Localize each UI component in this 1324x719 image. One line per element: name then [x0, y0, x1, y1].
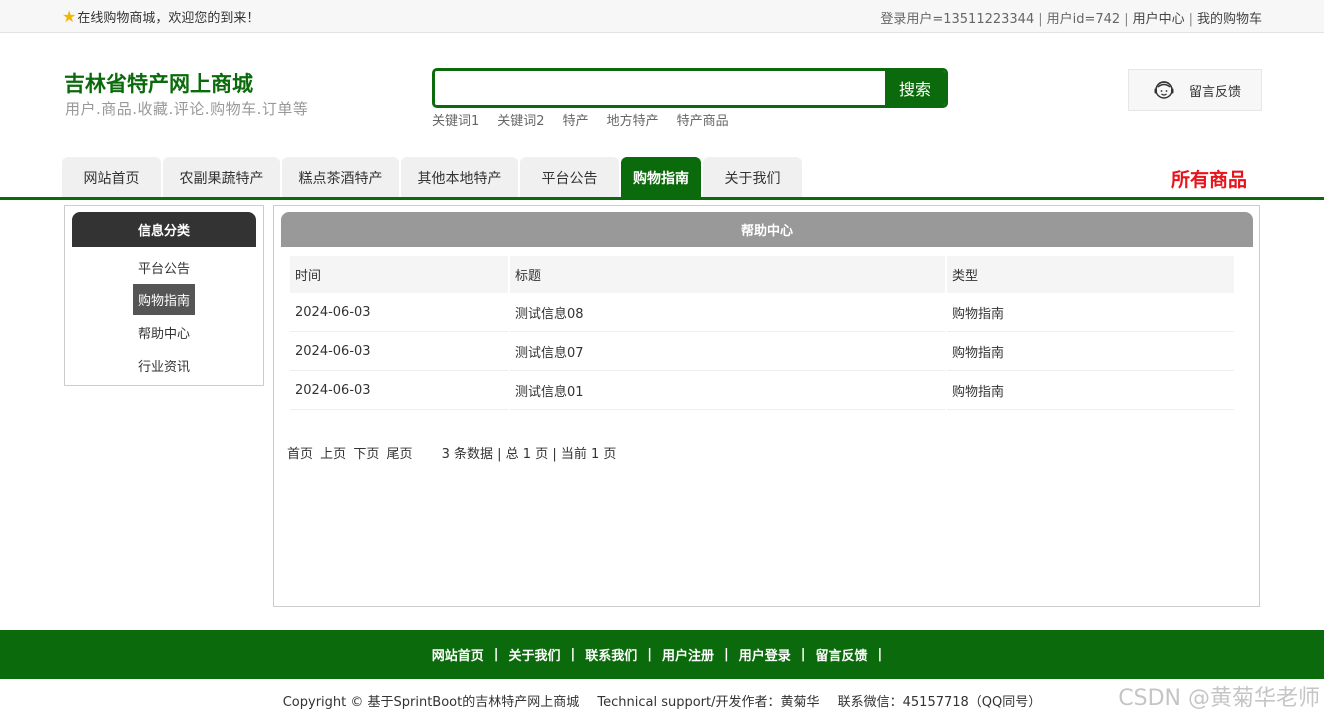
star-icon: ★	[62, 6, 77, 26]
user-links: 登录用户=13511223344 | 用户id=742 | 用户中心 | 我的购物车	[880, 8, 1262, 27]
hot-keyword[interactable]: 关键词1	[432, 114, 479, 129]
hot-keywords: 关键词1 关键词2 特产 地方特产 特产商品	[432, 110, 747, 129]
category-sidebar: 信息分类 平台公告 购物指南 帮助中心 行业资讯	[64, 205, 264, 386]
column-header-title: 标题	[510, 256, 945, 293]
first-page-link[interactable]: 首页	[287, 447, 313, 462]
cell-type: 购物指南	[947, 332, 1234, 371]
hot-keyword[interactable]: 地方特产	[607, 114, 659, 129]
footer-link-login[interactable]: 用户登录	[739, 645, 791, 664]
last-page-link[interactable]: 尾页	[386, 447, 412, 462]
sidebar-item-label: 行业资讯	[137, 360, 190, 375]
csdn-watermark: CSDN @黄菊华老师	[1118, 686, 1320, 711]
panel-title: 帮助中心	[281, 212, 1253, 247]
sidebar-item-industry-news[interactable]: 行业资讯	[65, 350, 263, 381]
cell-type: 购物指南	[947, 293, 1234, 332]
cell-time: 2024-06-03	[290, 371, 508, 410]
footer-link-home[interactable]: 网站首页	[432, 645, 484, 664]
content-panel: 帮助中心 时间 标题 类型 2024-06-03 测试信息08 购物指南 202…	[273, 205, 1260, 607]
wechat-text: 联系微信：45157718（QQ同号）	[837, 695, 1042, 710]
nav-divider	[0, 197, 1324, 200]
cell-time: 2024-06-03	[290, 293, 508, 332]
site-title[interactable]: 吉林省特产网上商城	[64, 68, 253, 98]
login-user-info: 登录用户=13511223344	[880, 12, 1035, 27]
footer-separator: |	[877, 647, 883, 662]
site-subtitle: 用户.商品.收藏.评论.购物车.订单等	[65, 100, 309, 118]
tab-home[interactable]: 网站首页	[62, 157, 161, 198]
footer-nav: 网站首页 | 关于我们 | 联系我们 | 用户注册 | 用户登录 | 留言反馈 |	[0, 630, 1324, 679]
sidebar-item-label: 购物指南	[132, 284, 195, 315]
sidebar-item-label: 平台公告	[137, 262, 190, 277]
search-box: 搜索	[432, 68, 948, 108]
footer-link-feedback[interactable]: 留言反馈	[816, 645, 868, 664]
tab-pastry-tea-wine[interactable]: 糕点茶酒特产	[282, 157, 399, 198]
welcome-message: ★ 在线购物商城，欢迎您的到来！	[62, 7, 259, 26]
footer-separator: |	[570, 647, 576, 662]
prev-page-link[interactable]: 上页	[320, 447, 346, 462]
welcome-text: 在线购物商城，欢迎您的到来！	[77, 11, 260, 26]
tab-announcements[interactable]: 平台公告	[520, 157, 619, 198]
tab-about-us[interactable]: 关于我们	[703, 157, 802, 198]
feedback-button[interactable]: 留言反馈	[1128, 69, 1262, 111]
cell-title[interactable]: 测试信息08	[510, 293, 945, 332]
tab-produce[interactable]: 农副果蔬特产	[163, 157, 280, 198]
search-input[interactable]	[435, 71, 887, 105]
separator: |	[1038, 12, 1043, 27]
cell-time: 2024-06-03	[290, 332, 508, 371]
all-goods-link[interactable]: 所有商品	[1171, 165, 1247, 192]
footer-separator: |	[724, 647, 729, 662]
feedback-label: 留言反馈	[1189, 84, 1242, 100]
sidebar-item-help-center[interactable]: 帮助中心	[65, 317, 263, 348]
separator: |	[1124, 12, 1129, 27]
footer-separator: |	[493, 647, 499, 662]
tab-other-local[interactable]: 其他本地特产	[401, 157, 518, 198]
support-text: Technical support/开发作者：黄菊华	[597, 695, 820, 710]
info-table: 时间 标题 类型 2024-06-03 测试信息08 购物指南 2024-06-…	[288, 256, 1236, 410]
next-page-link[interactable]: 下页	[353, 447, 379, 462]
cart-link[interactable]: 我的购物车	[1197, 12, 1262, 27]
column-header-type: 类型	[947, 256, 1234, 293]
cell-title[interactable]: 测试信息01	[510, 371, 945, 410]
footer-link-about[interactable]: 关于我们	[508, 645, 560, 664]
sidebar-item-announcements[interactable]: 平台公告	[65, 252, 263, 283]
hot-keyword[interactable]: 特产商品	[677, 114, 729, 129]
pagination: 首页 上页 下页 尾页 3 条数据 | 总 1 页 | 当前 1 页	[287, 443, 616, 462]
table-header-row: 时间 标题 类型	[290, 256, 1234, 293]
sidebar-item-shopping-guide[interactable]: 购物指南	[65, 284, 263, 315]
tab-shopping-guide[interactable]: 购物指南	[621, 157, 701, 198]
page-info: 3 条数据 | 总 1 页 | 当前 1 页	[441, 447, 617, 462]
column-header-time: 时间	[290, 256, 508, 293]
footer-link-register[interactable]: 用户注册	[662, 645, 714, 664]
main-nav: 网站首页 农副果蔬特产 糕点茶酒特产 其他本地特产 平台公告 购物指南 关于我们	[62, 157, 804, 198]
search-button[interactable]: 搜索	[885, 71, 945, 105]
top-bar: ★ 在线购物商城，欢迎您的到来！ 登录用户=13511223344 | 用户id=7…	[0, 0, 1324, 33]
footer-link-contact[interactable]: 联系我们	[585, 645, 637, 664]
table-row[interactable]: 2024-06-03 测试信息01 购物指南	[290, 371, 1234, 410]
table-row[interactable]: 2024-06-03 测试信息08 购物指南	[290, 293, 1234, 332]
cell-title[interactable]: 测试信息07	[510, 332, 945, 371]
sidebar-item-label: 帮助中心	[137, 327, 190, 342]
user-center-link[interactable]: 用户中心	[1133, 12, 1185, 27]
cell-type: 购物指南	[947, 371, 1234, 410]
hot-keyword[interactable]: 关键词2	[497, 114, 544, 129]
customer-service-icon	[1154, 81, 1174, 99]
separator: |	[1188, 12, 1193, 27]
footer-separator: |	[647, 647, 652, 662]
copyright-text: Copyright © 基于SprintBoot的吉林特产网上商城	[282, 695, 580, 710]
hot-keyword[interactable]: 特产	[563, 114, 589, 129]
table-row[interactable]: 2024-06-03 测试信息07 购物指南	[290, 332, 1234, 371]
sidebar-title: 信息分类	[72, 212, 256, 247]
footer-separator: |	[800, 647, 806, 662]
user-id-info: 用户id=742	[1046, 12, 1121, 27]
